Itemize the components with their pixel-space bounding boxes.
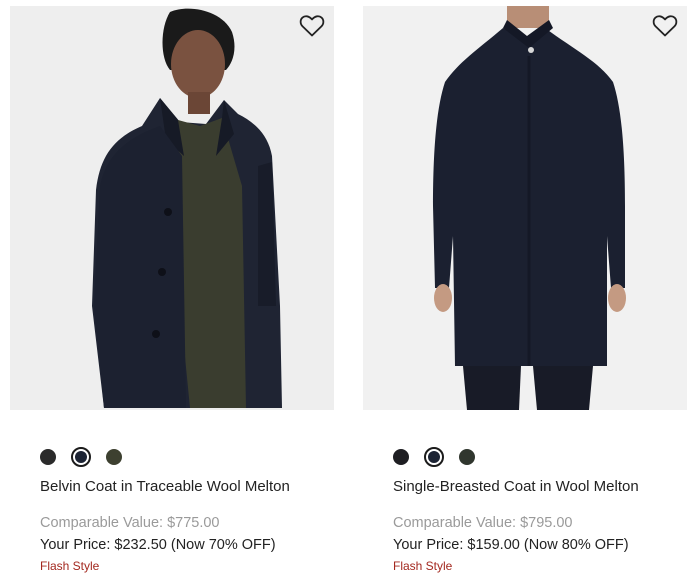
product-image[interactable] xyxy=(10,6,334,410)
your-price: Your Price: $159.00 (Now 80% OFF) xyxy=(393,537,629,553)
product-image[interactable] xyxy=(363,6,687,410)
product-name[interactable]: Belvin Coat in Traceable Wool Melton xyxy=(40,477,334,497)
product-card[interactable]: Single-Breasted Coat in Wool Melton Comp… xyxy=(363,6,687,574)
color-swatches xyxy=(40,446,334,468)
product-card[interactable]: Belvin Coat in Traceable Wool Melton Com… xyxy=(10,6,334,574)
wishlist-heart-icon[interactable] xyxy=(652,14,678,38)
color-swatch-black[interactable] xyxy=(393,449,409,465)
flash-style-tag: Flash Style xyxy=(393,559,453,573)
coat-model-photo xyxy=(10,6,334,410)
your-price: Your Price: $232.50 (Now 70% OFF) xyxy=(40,537,276,553)
color-swatch-navy-selected[interactable] xyxy=(71,447,91,467)
color-swatch-olive[interactable] xyxy=(106,449,122,465)
color-swatches xyxy=(393,446,687,468)
color-swatch-navy-selected[interactable] xyxy=(424,447,444,467)
flash-style-tag: Flash Style xyxy=(40,559,100,573)
product-grid: Belvin Coat in Traceable Wool Melton Com… xyxy=(0,0,694,583)
color-swatch-dark-green[interactable] xyxy=(459,449,475,465)
comparable-value: Comparable Value: $795.00 xyxy=(393,515,573,531)
comparable-value: Comparable Value: $775.00 xyxy=(40,515,220,531)
product-name[interactable]: Single-Breasted Coat in Wool Melton xyxy=(393,477,687,497)
coat-model-photo xyxy=(363,6,687,410)
color-swatch-charcoal[interactable] xyxy=(40,449,56,465)
wishlist-heart-icon[interactable] xyxy=(299,14,325,38)
